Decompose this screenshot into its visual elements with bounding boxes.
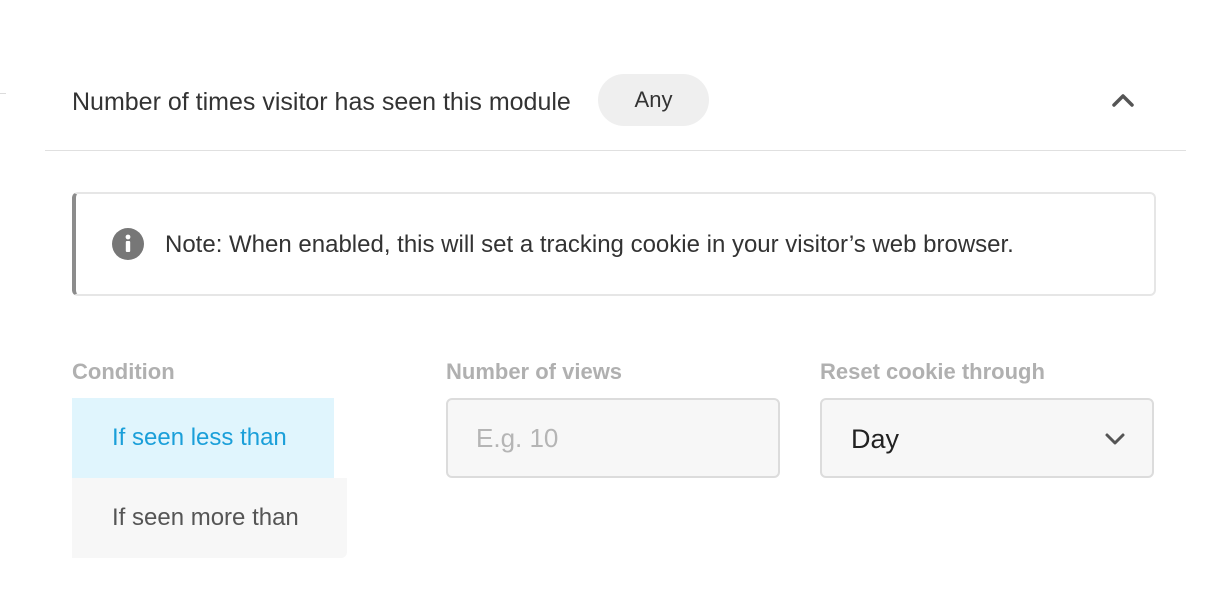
condition-option-less-than[interactable]: If seen less than: [72, 398, 334, 478]
tracking-cookie-notice: Note: When enabled, this will set a trac…: [72, 192, 1156, 296]
section-header[interactable]: Number of times visitor has seen this mo…: [45, 66, 1186, 151]
reset-cookie-select[interactable]: Day: [820, 398, 1154, 478]
any-badge: Any: [598, 74, 709, 126]
condition-label: Condition: [72, 359, 175, 384]
divider-tick: [0, 93, 6, 94]
reset-cookie-label: Reset cookie through: [820, 359, 1045, 384]
views-label: Number of views: [446, 359, 623, 384]
condition-option-more-than[interactable]: If seen more than: [72, 478, 347, 558]
visibility-rule-panel: Number of times visitor has seen this mo…: [0, 0, 1220, 610]
chevron-down-icon: [1105, 433, 1125, 445]
number-of-views-input[interactable]: [446, 398, 780, 478]
collapse-button[interactable]: [1105, 82, 1141, 118]
section-title: Number of times visitor has seen this mo…: [72, 88, 571, 116]
reset-cookie-value: Day: [851, 424, 900, 454]
chevron-up-icon: [1112, 94, 1134, 107]
notice-text: Note: When enabled, this will set a trac…: [165, 231, 1014, 258]
info-icon: [112, 228, 144, 260]
